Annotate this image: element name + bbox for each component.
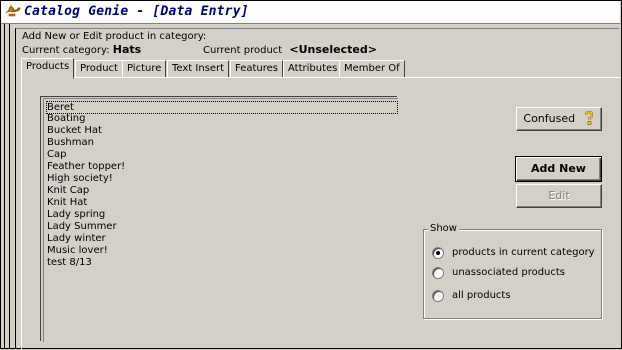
list-item[interactable]: Bushman <box>47 137 94 149</box>
list-item[interactable]: Lady Summer <box>47 221 117 233</box>
current-category-label: Current category: <box>22 45 110 56</box>
product-listbox-inner: Beret Boating Bucket Hat Bushman Cap Fea… <box>43 98 398 342</box>
list-item[interactable]: Beret <box>46 101 398 114</box>
tab-products[interactable]: Products <box>21 58 75 79</box>
radio-button-selected[interactable] <box>432 247 444 259</box>
radio-label: unassociated products <box>452 267 566 278</box>
tab-text-insert[interactable]: Text Insert <box>167 60 230 77</box>
list-item[interactable]: test 8/13 <box>47 257 92 269</box>
current-product-label: Current product <box>203 45 283 56</box>
edit-button[interactable]: Edit <box>516 184 602 208</box>
radio-label: products in current category <box>452 247 595 258</box>
add-new-button[interactable]: Add New <box>515 156 602 182</box>
product-listbox[interactable]: Beret Boating Bucket Hat Bushman Cap Fea… <box>40 96 398 342</box>
tab-member-of[interactable]: Member Of <box>339 60 405 77</box>
tab-picture[interactable]: Picture <box>122 60 167 77</box>
radio-button[interactable] <box>432 267 444 279</box>
list-item[interactable]: High society! <box>47 173 113 185</box>
list-item[interactable]: Feather topper! <box>47 161 125 173</box>
list-item[interactable]: Knit Hat <box>47 197 87 209</box>
window-title: Catalog Genie - [Data Entry] <box>24 4 249 19</box>
list-item[interactable]: Cap <box>47 149 66 161</box>
question-key-icon <box>584 111 593 125</box>
list-item[interactable]: Music lover! <box>47 245 108 257</box>
tab-attributes[interactable]: Attributes <box>283 60 343 77</box>
list-item[interactable]: Boating <box>47 113 86 125</box>
list-item[interactable]: Lady winter <box>47 233 106 245</box>
list-item[interactable]: Bucket Hat <box>47 125 102 137</box>
radio-label: all products <box>452 290 511 301</box>
show-group-label: Show <box>428 223 459 234</box>
title-bar[interactable]: Catalog Genie - [Data Entry] <box>1 1 620 24</box>
current-category-value: Hats <box>112 43 142 56</box>
instruction-text: Add New or Edit product in category: <box>22 31 207 42</box>
current-product-value: <Unselected> <box>289 43 377 56</box>
current-product: Current product <Unselected> <box>203 43 377 56</box>
edit-button-label: Edit <box>548 189 570 202</box>
confused-button[interactable]: Confused <box>516 107 602 131</box>
tab-features[interactable]: Features <box>230 60 283 77</box>
genie-lamp-icon <box>5 4 21 17</box>
tab-product[interactable]: Product <box>75 60 123 77</box>
confused-button-label: Confused <box>523 112 576 125</box>
add-new-button-label: Add New <box>531 162 586 175</box>
left-frame <box>4 24 10 349</box>
list-item[interactable]: Lady spring <box>47 209 105 221</box>
current-category: Current category: Hats <box>22 43 141 56</box>
radio-button[interactable] <box>432 290 444 302</box>
list-item[interactable]: Knit Cap <box>47 185 89 197</box>
